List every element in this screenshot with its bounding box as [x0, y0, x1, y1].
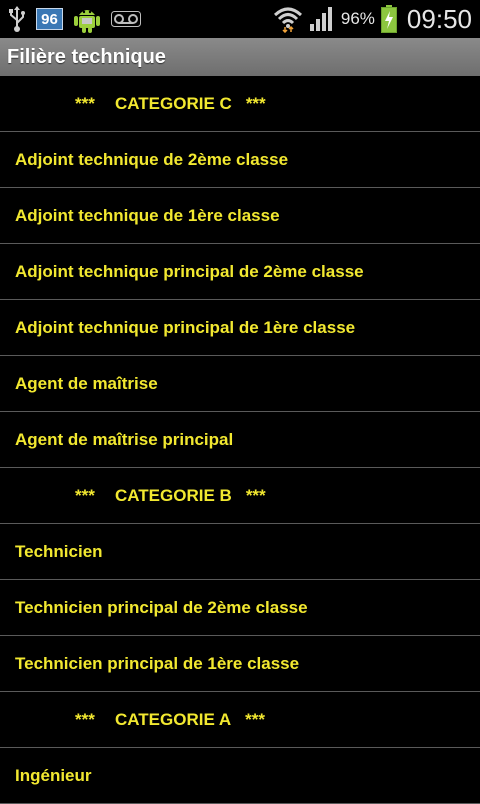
grade-list: *** CATEGORIE C *** Adjoint technique de… — [0, 76, 480, 804]
list-item[interactable]: Technicien principal de 2ème classe — [0, 580, 480, 636]
list-item[interactable]: Adjoint technique de 1ère classe — [0, 188, 480, 244]
title-bar: Filière technique — [0, 38, 480, 76]
category-label: CATEGORIE A — [115, 709, 232, 729]
list-item[interactable]: Adjoint technique de 2ème classe — [0, 132, 480, 188]
category-label: CATEGORIE B — [115, 485, 232, 505]
list-item[interactable]: Ingénieur — [0, 748, 480, 804]
list-item[interactable]: Adjoint technique principal de 1ère clas… — [0, 300, 480, 356]
stars-left: *** — [75, 709, 95, 729]
list-item[interactable]: Agent de maîtrise principal — [0, 412, 480, 468]
category-header-c[interactable]: *** CATEGORIE C *** — [0, 76, 480, 132]
list-item[interactable]: Adjoint technique principal de 2ème clas… — [0, 244, 480, 300]
battery-charging-icon — [380, 5, 397, 33]
badge-96-icon: 96 — [36, 8, 63, 30]
category-label: CATEGORIE C — [115, 93, 232, 113]
status-bar: 96 96% 09:50 — [0, 0, 480, 38]
battery-percent: 96% — [340, 9, 375, 28]
voicemail-icon — [111, 11, 141, 27]
clock: 09:50 — [406, 3, 472, 34]
page-title: Filière technique — [7, 45, 166, 68]
signal-icon — [309, 6, 335, 32]
stars-left: *** — [75, 93, 95, 113]
category-header-a[interactable]: *** CATEGORIE A *** — [0, 692, 480, 748]
stars-left: *** — [75, 485, 95, 505]
stars-right: *** — [245, 93, 266, 113]
usb-icon — [8, 6, 26, 32]
list-item[interactable]: Technicien principal de 1ère classe — [0, 636, 480, 692]
stars-right: *** — [245, 485, 266, 505]
list-item[interactable]: Technicien — [0, 524, 480, 580]
android-icon — [73, 4, 101, 34]
stars-right: *** — [245, 709, 266, 729]
category-header-b[interactable]: *** CATEGORIE B *** — [0, 468, 480, 524]
list-item[interactable]: Agent de maîtrise — [0, 356, 480, 412]
wifi-icon — [273, 5, 303, 33]
